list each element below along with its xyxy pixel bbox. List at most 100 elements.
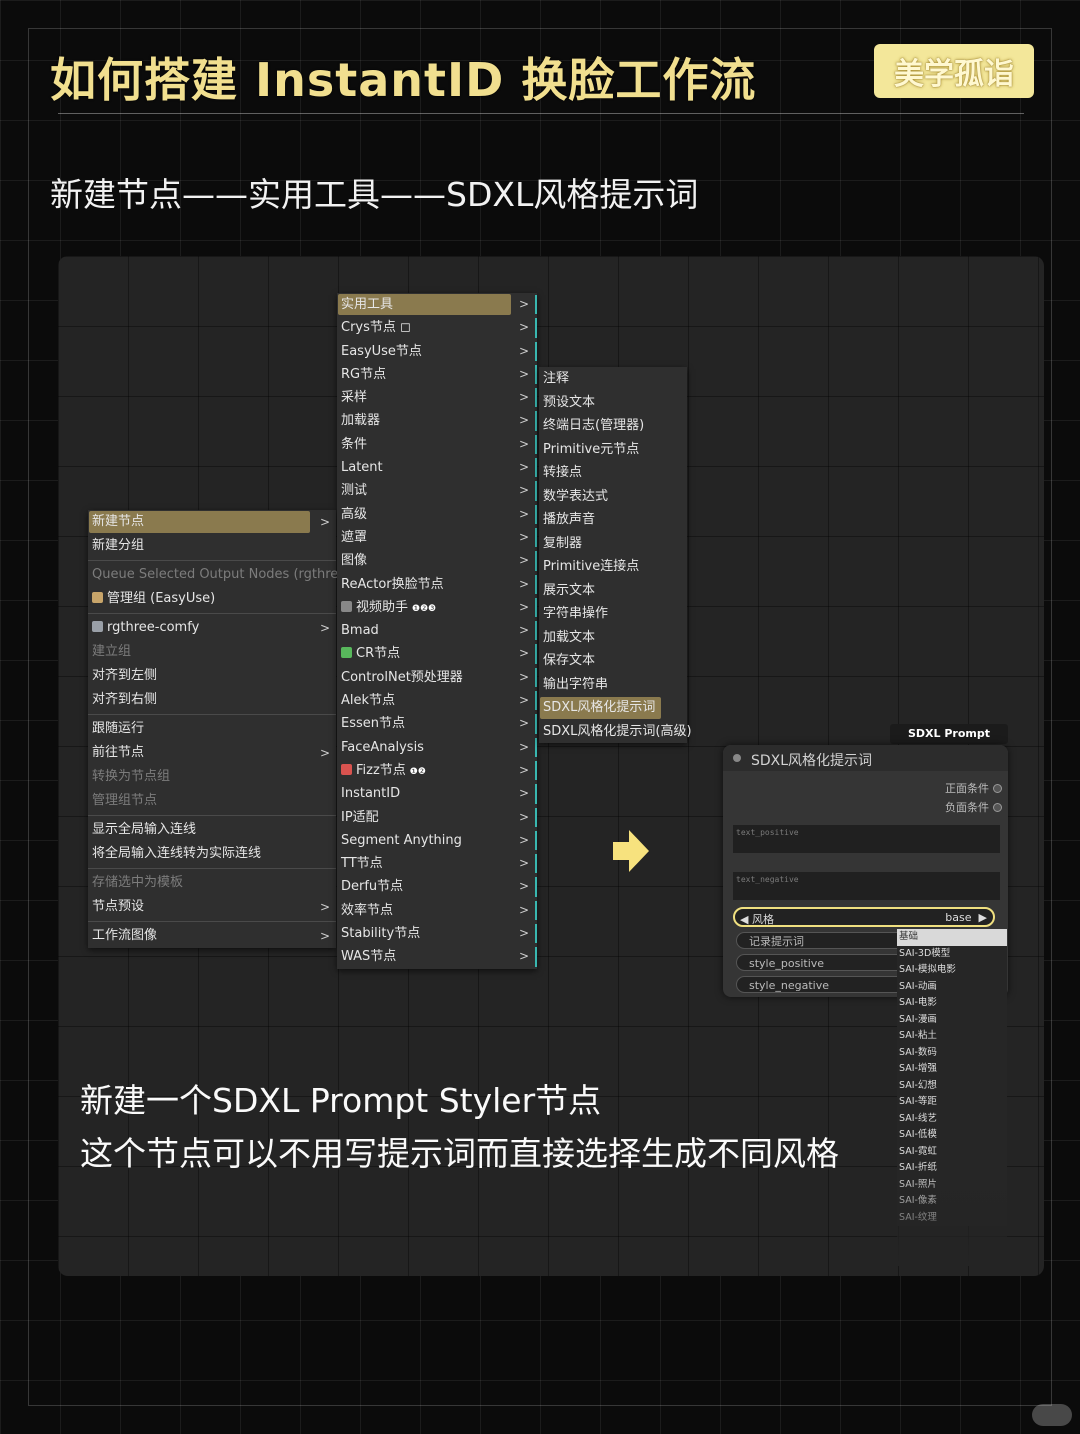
tools-menu-item-20[interactable]: Fizz节点 ❶❷ > (337, 759, 537, 782)
style-option[interactable]: SAI-霓虹 (897, 1143, 1007, 1160)
util-menu-item-3[interactable]: Primitive元节点 (539, 438, 687, 462)
submenu-arrow-icon: > (518, 599, 529, 614)
tools-menu-item-16[interactable]: ControlNet预处理器 > (337, 666, 537, 689)
submenu-arrow-icon: > (319, 621, 330, 635)
style-option[interactable]: SAI-漫画 (897, 1011, 1007, 1028)
util-menu-item-8[interactable]: Primitive连接点 (539, 555, 687, 579)
util-menu-item-14[interactable]: SDXL风格化提示词 (539, 696, 687, 720)
util-menu-item-6[interactable]: 播放声音 (539, 508, 687, 532)
util-menu-item-2[interactable]: 终端日志(管理器) (539, 414, 687, 438)
tools-menu-item-25[interactable]: Derfu节点 > (337, 875, 537, 898)
tools-menu-item-15[interactable]: CR节点 > (337, 642, 537, 665)
util-menu-item-10[interactable]: 字符串操作 (539, 602, 687, 626)
style-option[interactable]: SAI-数码 (897, 1044, 1007, 1061)
tools-menu-item-10[interactable]: 遮罩 > (337, 526, 537, 549)
style-option[interactable]: SAI-等距 (897, 1094, 1007, 1111)
log-prompt-widget[interactable]: 记录提示词 (736, 932, 906, 949)
style-option[interactable]: SAI-电影 (897, 995, 1007, 1012)
tools-menu-item-5[interactable]: 加载器 > (337, 409, 537, 432)
tools-menu-item-label: ControlNet预处理器 (341, 669, 463, 685)
style-option[interactable]: 基础 (897, 929, 1007, 946)
style-negative-widget[interactable]: style_negative (736, 976, 906, 993)
tools-menu-item-9[interactable]: 高级 > (337, 503, 537, 526)
tools-menu-item-27[interactable]: Stability节点 > (337, 922, 537, 945)
context-menu-item-4[interactable]: rgthree-comfy > (88, 616, 336, 640)
util-menu-item-12[interactable]: 保存文本 (539, 649, 687, 673)
util-menu-item-label: 播放声音 (543, 512, 596, 527)
tools-menu-item-3[interactable]: RG节点 > (337, 363, 537, 386)
util-menu-item-9[interactable]: 展示文本 (539, 579, 687, 603)
tools-menu-item-label: 遮罩 (341, 529, 368, 545)
style-option[interactable]: SAI-动画 (897, 978, 1007, 995)
util-menu-item-label: 展示文本 (543, 582, 596, 598)
tools-menu-item-23[interactable]: Segment Anything > (337, 829, 537, 852)
text-negative-input[interactable]: text_negative (733, 872, 1000, 900)
context-menu-item-3[interactable]: 管理组 (EasyUse) (88, 587, 336, 611)
tools-menu-item-21[interactable]: InstantID > (337, 782, 537, 805)
tools-menu-item-12[interactable]: ReActor换脸节点 > (337, 573, 537, 596)
context-menu-item-9[interactable]: 前往节点 > (88, 741, 336, 765)
style-option[interactable]: SAI-幻想 (897, 1077, 1007, 1094)
util-menu-item-0[interactable]: 注释 (539, 367, 687, 391)
text-positive-input[interactable]: text_positive (733, 825, 1000, 853)
tools-menu-item-7[interactable]: Latent > (337, 456, 537, 479)
tools-menu-item-1[interactable]: Crys节点 ◻ > (337, 316, 537, 339)
tools-menu-item-label: Alek节点 (341, 693, 396, 709)
style-option[interactable]: SAI-模拟电影 (897, 962, 1007, 979)
tools-menu-item-2[interactable]: EasyUse节点 > (337, 340, 537, 363)
node-header[interactable]: SDXL风格化提示词 (723, 745, 1008, 771)
tools-menu-item-18[interactable]: Essen节点 > (337, 712, 537, 735)
tools-menu-item-24[interactable]: TT节点 > (337, 852, 537, 875)
util-menu-item-13[interactable]: 输出字符串 (539, 673, 687, 697)
tools-menu-item-label: RG节点 (341, 366, 387, 382)
context-menu-item-12[interactable]: 显示全局输入连线 (88, 818, 336, 842)
context-menu-item-label: 前往节点 (92, 745, 145, 760)
tools-menu-item-22[interactable]: IP适配 > (337, 806, 537, 829)
util-menu-item-label: 终端日志(管理器) (543, 418, 645, 433)
util-menu-item-label: 复制器 (543, 535, 583, 551)
submenu-arrow-icon: > (518, 576, 529, 591)
context-menu-item-13[interactable]: 将全局输入连线转为实际连线 (88, 842, 336, 866)
util-menu-item-7[interactable]: 复制器 (539, 532, 687, 556)
style-option[interactable]: SAI-低模 (897, 1127, 1007, 1144)
tools-menu-item-17[interactable]: Alek节点 > (337, 689, 537, 712)
tools-menu-item-label: 视频助手 ❶❷❸ (341, 600, 436, 615)
tools-menu-item-28[interactable]: WAS节点 > (337, 945, 537, 968)
output-negative[interactable]: 负面条件 (945, 799, 1002, 815)
submenu-arrow-icon: > (518, 856, 529, 871)
tools-menu-item-label: 图像 (341, 553, 368, 569)
util-menu-item-1[interactable]: 预设文本 (539, 391, 687, 415)
util-menu-item-15[interactable]: SDXL风格化提示词(高级) (539, 720, 692, 744)
style-option[interactable]: SAI-线艺 (897, 1110, 1007, 1127)
style-option[interactable]: SAI-增强 (897, 1061, 1007, 1078)
tools-menu-item-19[interactable]: FaceAnalysis > (337, 736, 537, 759)
tools-menu-item-4[interactable]: 采样 > (337, 386, 537, 409)
port-icon[interactable] (993, 803, 1002, 812)
port-icon[interactable] (993, 784, 1002, 793)
tools-menu-item-11[interactable]: 图像 > (337, 549, 537, 572)
context-menu-item-0[interactable]: 新建节点 > (88, 510, 336, 534)
style-positive-widget[interactable]: style_positive (736, 954, 906, 971)
context-menu-item-7[interactable]: 对齐到右侧 (88, 688, 336, 712)
style-option[interactable]: SAI-粘土 (897, 1028, 1007, 1045)
tools-menu-item-8[interactable]: 测试 > (337, 479, 537, 502)
collapse-dot-icon[interactable] (733, 754, 741, 762)
context-menu-item-6[interactable]: 对齐到左侧 (88, 664, 336, 688)
output-positive[interactable]: 正面条件 (945, 780, 1002, 796)
tools-menu-item-0[interactable]: 实用工具 > (337, 293, 537, 316)
style-combo[interactable]: ◀ 风格 base ▶ (733, 907, 995, 927)
context-menu-item-1[interactable]: 新建分组 (88, 534, 336, 558)
tools-menu-item-26[interactable]: 效率节点 > (337, 899, 537, 922)
context-menu-item-16[interactable]: 工作流图像 > (88, 924, 336, 948)
tools-menu-item-6[interactable]: 条件 > (337, 433, 537, 456)
util-menu-item-4[interactable]: 转接点 (539, 461, 687, 485)
tools-menu-item-14[interactable]: Bmad > (337, 619, 537, 642)
util-menu-item-11[interactable]: 加载文本 (539, 626, 687, 650)
scroll-icon (92, 592, 103, 603)
tools-menu-item-13[interactable]: 视频助手 ❶❷❸ > (337, 596, 537, 619)
submenu-arrow-icon: > (518, 436, 529, 451)
style-option[interactable]: SAI-3D模型 (897, 945, 1007, 962)
util-menu-item-5[interactable]: 数学表达式 (539, 485, 687, 509)
context-menu-item-8[interactable]: 跟随运行 (88, 717, 336, 741)
context-menu-item-15[interactable]: 节点预设 > (88, 895, 336, 919)
